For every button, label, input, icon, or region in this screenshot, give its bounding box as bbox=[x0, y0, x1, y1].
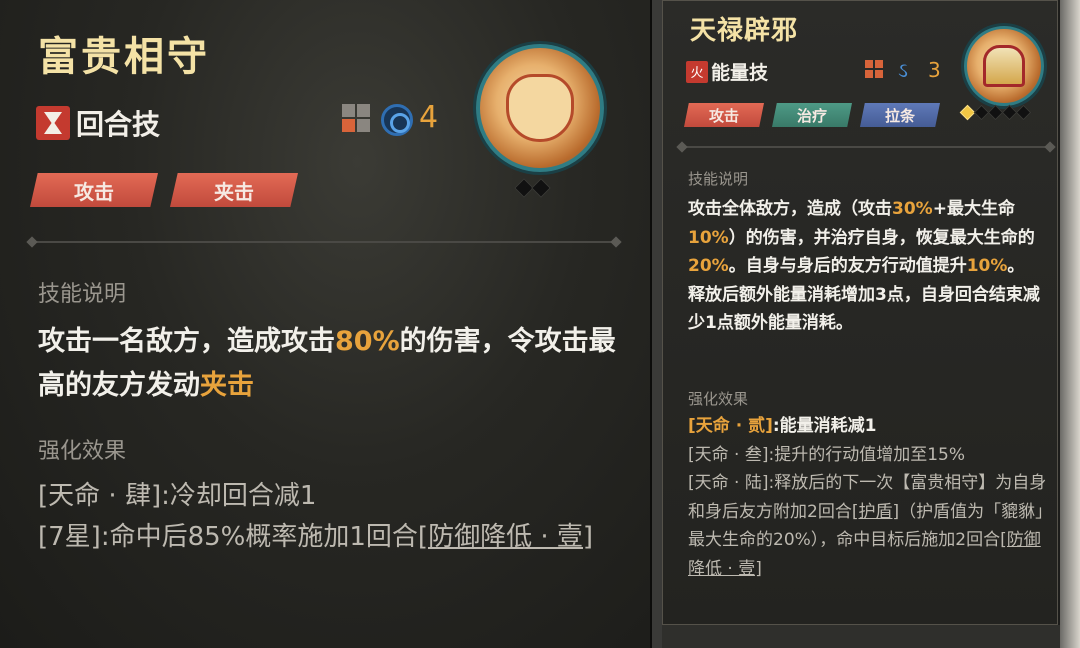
section-skill-desc: 技能说明 bbox=[38, 282, 127, 307]
character-portrait[interactable] bbox=[476, 44, 604, 172]
cooldown-icon bbox=[381, 104, 413, 136]
energy-cost: 3 bbox=[928, 58, 941, 82]
effect-line: [天命 · 肆]:冷却回合减1 bbox=[38, 481, 317, 511]
effect-line: [天命 · 叁]:提升的行动值增加至15% bbox=[688, 444, 965, 465]
effect-text: :能量消耗减1 bbox=[772, 416, 877, 436]
desc-text: 。自身与身后的友方行动值提升 bbox=[728, 256, 967, 276]
target-grid-icon bbox=[342, 104, 370, 132]
tag-pull: 拉条 bbox=[860, 103, 940, 127]
target-grid-icon bbox=[865, 60, 883, 78]
desc-paragraph: 攻击全体敌方，造成（攻击30%+最大生命10%）的伤害，并治疗自身，恢复最大生命… bbox=[688, 195, 1048, 281]
background-strip bbox=[662, 625, 1060, 648]
tag-attack: 攻击 bbox=[684, 103, 764, 127]
desc-highlight: 10% bbox=[688, 227, 729, 248]
desc-paragraph: 释放后额外能量消耗增加3点，自身回合结束减少1点额外能量消耗。 bbox=[688, 284, 1040, 334]
desc-highlight: 20% bbox=[688, 256, 729, 276]
fire-icon: 火 bbox=[686, 60, 708, 83]
skill-title: 富贵相守 bbox=[38, 34, 210, 80]
section-enhance: 强化效果 bbox=[38, 439, 127, 464]
energy-icon: ઽ bbox=[898, 58, 908, 82]
effect-line: [7星]:命中后85%概率施加1回合[防御降低 · 壹] bbox=[38, 517, 628, 558]
skill-type-label: 能量技 bbox=[711, 62, 769, 84]
desc-highlight: 10% bbox=[966, 256, 1008, 276]
divider bbox=[682, 146, 1050, 148]
desc-highlight: 夹击 bbox=[200, 370, 254, 401]
desc-text: 攻击一名敌方，造成攻击 bbox=[38, 326, 335, 357]
character-portrait[interactable] bbox=[964, 26, 1044, 106]
tag-heal: 治疗 bbox=[772, 103, 852, 127]
tag-attack: 攻击 bbox=[30, 173, 158, 207]
desc-highlight: 30% bbox=[892, 199, 933, 219]
star-rating bbox=[959, 104, 1032, 121]
divider bbox=[32, 241, 616, 243]
skill-title: 天禄辟邪 bbox=[690, 16, 799, 46]
card-gap bbox=[652, 0, 662, 648]
skill-type: 回合技 bbox=[36, 103, 160, 143]
desc-text: +最大生命 bbox=[932, 199, 1015, 219]
section-enhance: 强化效果 bbox=[688, 390, 749, 408]
desc-text: 攻击全体敌方，造成（攻击 bbox=[688, 199, 892, 219]
skill-description: 攻击一名敌方，造成攻击80%的伤害，令攻击最高的友方发动夹击 bbox=[38, 320, 628, 408]
effect-text: [7星]:命中后85%概率施加1回合 bbox=[38, 522, 418, 552]
section-skill-desc: 技能说明 bbox=[688, 170, 749, 188]
tag-pincer: 夹击 bbox=[170, 173, 298, 207]
cooldown-value: 4 bbox=[419, 100, 439, 135]
hourglass-icon bbox=[36, 106, 70, 140]
skill-type: 火 能量技 bbox=[686, 58, 768, 85]
effect-tag: [天命 · 贰] bbox=[688, 416, 773, 436]
skill-type-label: 回合技 bbox=[76, 108, 161, 141]
background-edge bbox=[1060, 0, 1080, 648]
desc-text: 。 bbox=[1007, 256, 1025, 276]
debuff-link[interactable]: [防御降低 · 壹] bbox=[418, 522, 593, 552]
effect-line: [天命 · 陆]:释放后的下一次【富贵相守】为自身和身后友方附加2回合[护盾]（… bbox=[688, 469, 1048, 583]
star-rating bbox=[514, 178, 551, 198]
character-face-icon bbox=[983, 45, 1025, 87]
buff-link[interactable]: [护盾] bbox=[852, 502, 899, 522]
enhance-effects: [天命 · 贰]:能量消耗减1 [天命 · 叁]:提升的行动值增加至15% [天… bbox=[688, 412, 1048, 583]
desc-text: ）的伤害，并治疗自身，恢复最大生命的 bbox=[728, 227, 1035, 248]
skill-description: 攻击全体敌方，造成（攻击30%+最大生命10%）的伤害，并治疗自身，恢复最大生命… bbox=[688, 195, 1048, 338]
star-icon bbox=[531, 178, 551, 198]
effect-line-active: [天命 · 贰]:能量消耗减1 bbox=[688, 412, 1048, 441]
desc-highlight: 80% bbox=[335, 326, 400, 357]
star-icon bbox=[1015, 104, 1032, 121]
character-face-icon bbox=[506, 74, 574, 142]
enhance-effects: [天命 · 肆]:冷却回合减1 [7星]:命中后85%概率施加1回合[防御降低 … bbox=[38, 476, 628, 558]
